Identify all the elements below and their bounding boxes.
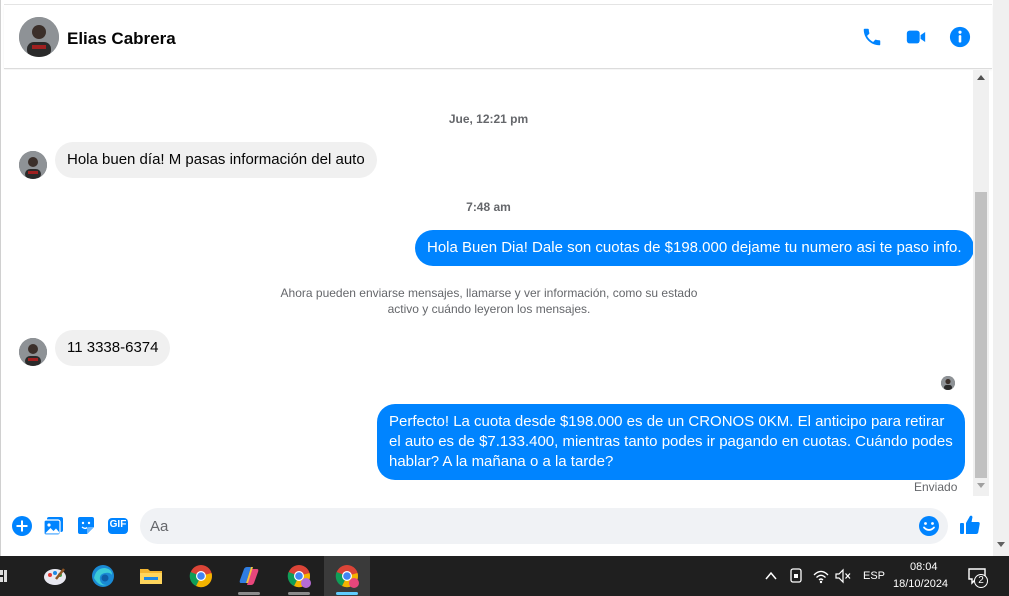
chrome-icon [189, 565, 212, 588]
message-thread: Jue, 12:21 pm Hola buen día! M pasas inf… [4, 70, 974, 500]
phone-icon [863, 28, 881, 46]
read-receipt-avatar [941, 376, 955, 390]
more-actions-button[interactable] [10, 514, 34, 538]
chevron-up-icon [765, 571, 777, 580]
taskbar-chrome-profile-button[interactable] [276, 556, 322, 596]
taskbar-edge-button[interactable] [80, 556, 126, 596]
delivery-status: Enviado [914, 480, 958, 494]
incoming-message[interactable]: Hola buen día! M pasas información del a… [55, 142, 377, 178]
volume-muted-icon[interactable] [835, 568, 851, 584]
message-input[interactable] [150, 508, 910, 544]
timestamp: 7:48 am [466, 200, 511, 214]
device-icon[interactable] [789, 568, 803, 584]
scroll-thumb[interactable] [975, 192, 987, 478]
timestamp: Jue, 12:21 pm [448, 112, 529, 126]
scroll-down-icon[interactable] [973, 480, 989, 492]
conversation-info-button[interactable] [947, 24, 973, 50]
sender-avatar[interactable] [19, 151, 47, 179]
windows-taskbar: ESP 08:04 18/10/2024 2 [0, 556, 1009, 596]
messenger-window: Elias Cabrera Jue, 12:21 pm Hola buen dí… [0, 0, 1009, 596]
taskbar-chrome-button[interactable] [178, 556, 224, 596]
send-like-button[interactable] [957, 512, 983, 538]
window-left-edge [0, 0, 1, 556]
notifications-button[interactable]: 2 [967, 566, 989, 588]
copilot-icon [239, 567, 259, 585]
active-indicator [336, 592, 358, 595]
taskbar-file-explorer-button[interactable] [128, 556, 174, 596]
chrome-profile-icon [287, 565, 311, 588]
video-call-button[interactable] [903, 24, 929, 50]
gif-button[interactable]: GIF [106, 514, 130, 538]
outgoing-message[interactable]: Hola Buen Dia! Dale son cuotas de $198.0… [415, 230, 974, 266]
photo-gallery-icon [43, 517, 63, 536]
video-camera-icon [906, 30, 926, 44]
system-notice-line: activo y cuándo leyeron los mensajes. [387, 302, 591, 316]
message-input-container[interactable] [140, 508, 948, 544]
info-icon [949, 26, 971, 48]
outgoing-message[interactable]: Perfecto! La cuota desde $198.000 es de … [377, 404, 965, 480]
running-indicator [238, 592, 260, 595]
outer-scroll-down-icon[interactable] [996, 540, 1006, 550]
contact-avatar[interactable] [19, 17, 59, 57]
taskbar-paint-button[interactable] [32, 556, 78, 596]
chrome-active-icon [335, 565, 359, 588]
emoji-smile-icon [919, 516, 939, 536]
sticker-icon [78, 517, 94, 534]
thumbs-up-icon [960, 515, 980, 534]
system-notice-line: Ahora pueden enviarse mensajes, llamarse… [280, 286, 698, 300]
clock-time[interactable]: 08:04 [910, 561, 938, 573]
input-language-indicator[interactable]: ESP [863, 570, 885, 582]
show-hidden-icons-button[interactable] [764, 569, 778, 583]
taskbar-copilot-button[interactable] [226, 556, 272, 596]
running-indicator [288, 592, 310, 595]
clock-date[interactable]: 18/10/2024 [893, 578, 948, 590]
scroll-up-icon[interactable] [973, 72, 989, 84]
voice-call-button[interactable] [859, 24, 885, 50]
plus-circle-icon [12, 516, 32, 536]
paint-icon [44, 568, 66, 585]
widgets-icon[interactable] [0, 568, 12, 584]
system-notice: Ahora pueden enviarse mensajes, llamarse… [274, 285, 704, 317]
notification-count-badge: 2 [974, 574, 988, 588]
wifi-icon[interactable] [813, 568, 829, 584]
attach-photo-button[interactable] [42, 514, 66, 538]
sticker-button[interactable] [74, 514, 98, 538]
contact-name[interactable]: Elias Cabrera [67, 29, 176, 49]
sender-avatar[interactable] [19, 338, 47, 366]
gif-label: GIF [109, 519, 127, 530]
thread-scrollbar[interactable] [973, 70, 989, 496]
emoji-button[interactable] [918, 515, 940, 537]
outer-scrollbar-track[interactable] [993, 0, 1009, 556]
incoming-message[interactable]: 11 3338-6374 [55, 330, 171, 366]
conversation-header: Elias Cabrera [4, 5, 992, 69]
message-composer: GIF [4, 500, 992, 552]
taskbar-chrome-active-button[interactable] [324, 556, 370, 596]
edge-icon [92, 565, 114, 587]
file-explorer-icon [140, 569, 162, 584]
